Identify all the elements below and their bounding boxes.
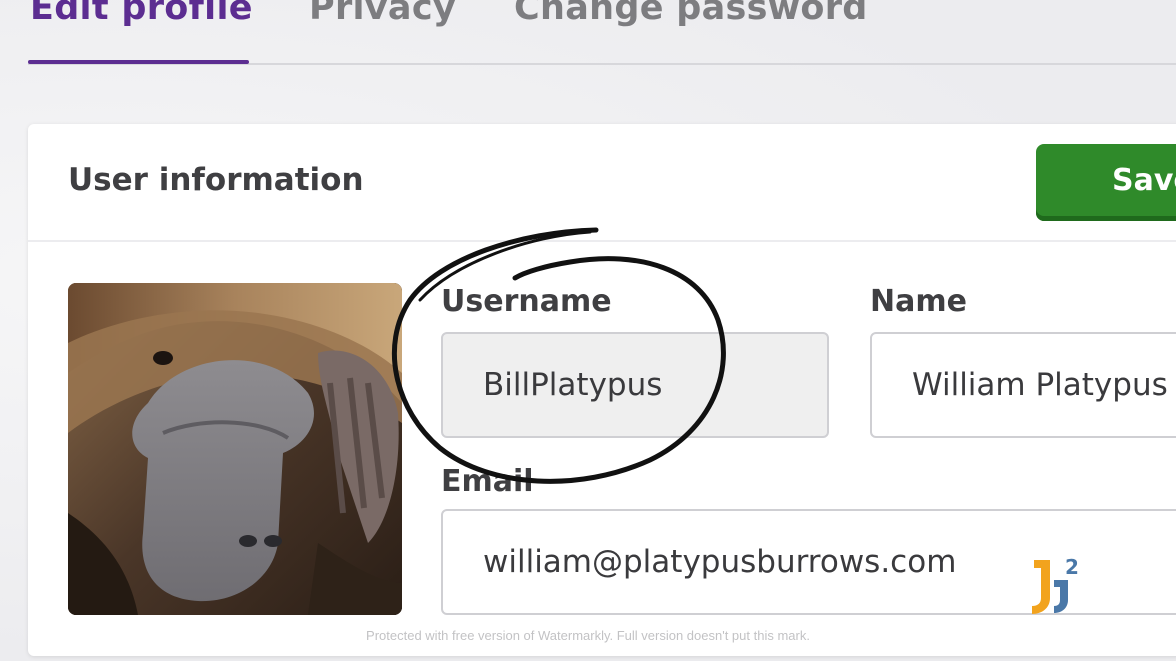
name-field[interactable] <box>870 332 1176 438</box>
svg-text:2: 2 <box>1065 556 1079 579</box>
tab-privacy[interactable]: Privacy <box>309 0 456 28</box>
username-label: Username <box>441 284 612 319</box>
save-button[interactable]: Save <box>1036 144 1176 221</box>
profile-settings-page: Edit profile Privacy Change password Use… <box>0 0 1176 661</box>
settings-tabs: Edit profile Privacy Change password <box>0 0 1176 66</box>
platypus-photo <box>68 283 402 615</box>
active-tab-indicator <box>28 60 249 64</box>
user-information-card: User information Save <box>28 124 1176 656</box>
watermark-text: Protected with free version of Watermark… <box>366 628 810 643</box>
tab-change-password[interactable]: Change password <box>514 0 868 28</box>
username-field[interactable] <box>441 332 829 438</box>
card-title: User information <box>68 162 364 198</box>
email-label: Email <box>441 464 534 499</box>
j2-logo: 2 <box>1028 555 1084 616</box>
card-header: User information Save <box>28 124 1176 242</box>
avatar[interactable] <box>68 283 402 615</box>
name-label: Name <box>870 284 967 319</box>
tab-edit-profile[interactable]: Edit profile <box>30 0 253 28</box>
